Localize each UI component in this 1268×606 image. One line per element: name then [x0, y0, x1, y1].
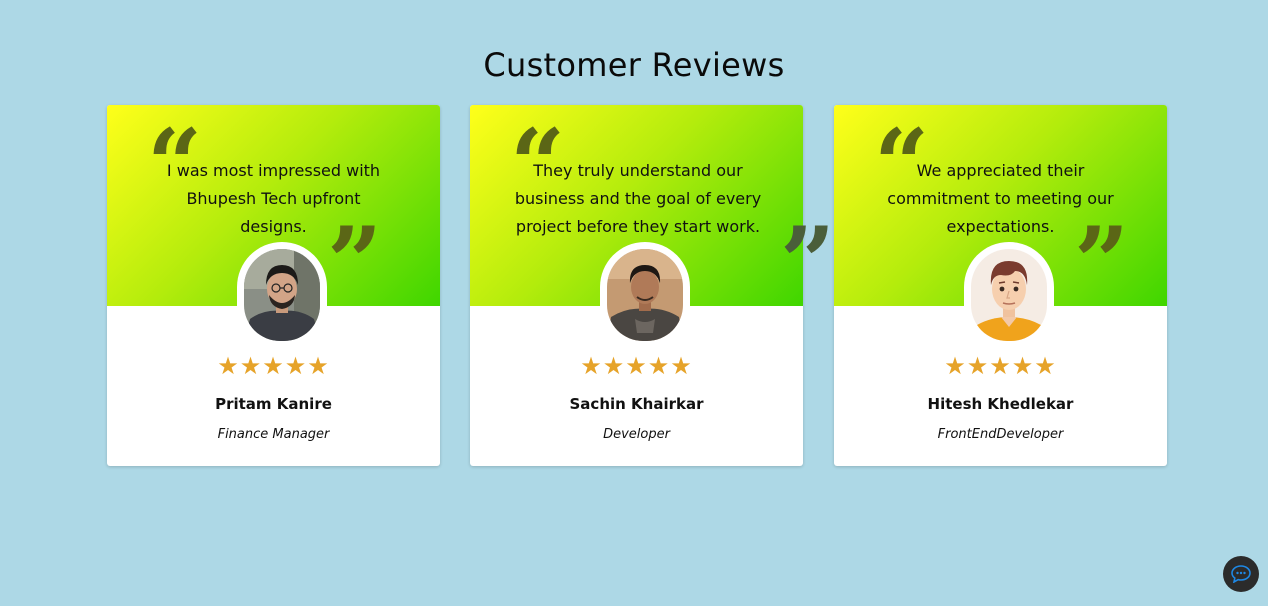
star-rating: ★★★★★ [944, 352, 1057, 380]
star-rating: ★★★★★ [217, 352, 330, 380]
reviewer-role: Developer [603, 427, 670, 442]
customer-reviews-page: Customer Reviews “ I was most impressed … [0, 0, 1268, 606]
quote-close-icon: ” [780, 206, 836, 319]
quote-close-icon: ” [327, 206, 383, 319]
avatar-frame [600, 242, 690, 346]
chat-button[interactable] [1223, 556, 1259, 592]
review-card: “ I was most impressed with Bhupesh Tech… [107, 105, 440, 466]
reviewer-name: Hitesh Khedlekar [927, 395, 1074, 413]
review-card: “ We appreciated their commitment to mee… [834, 105, 1167, 466]
avatar-frame [237, 242, 327, 346]
reviewer-name: Pritam Kanire [215, 395, 332, 413]
reviewer-name: Sachin Khairkar [569, 395, 704, 413]
review-quote: They truly understand our business and t… [514, 161, 762, 236]
reviewer-role: FrontEndDeveloper [937, 427, 1064, 442]
avatar [971, 249, 1047, 341]
quote-close-icon: ” [1074, 206, 1130, 319]
avatar-frame [964, 242, 1054, 346]
avatar [607, 249, 683, 341]
reviewer-role: Finance Manager [217, 427, 330, 442]
star-rating: ★★★★★ [580, 352, 693, 380]
avatar [244, 249, 320, 341]
section-title: Customer Reviews [483, 46, 785, 84]
review-card: “ They truly understand our business and… [470, 105, 835, 466]
chat-bubble-icon [1231, 565, 1251, 583]
